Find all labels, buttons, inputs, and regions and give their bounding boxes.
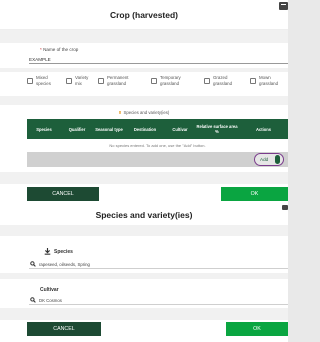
- checkbox-mixed-species[interactable]: Mixed species: [27, 75, 58, 87]
- checkbox-mown-grassland[interactable]: Mown grassland: [250, 75, 287, 87]
- divider-band: [0, 273, 288, 279]
- species-heading: Species: [44, 248, 73, 255]
- cancel-button[interactable]: CANCEL: [27, 322, 101, 336]
- species-table-header: Species Qualifier Seasonal type Destinat…: [27, 119, 288, 139]
- checkbox-box[interactable]: [151, 78, 157, 84]
- empty-table-message: No species entered. To add one, use the …: [27, 139, 288, 151]
- checkbox-box[interactable]: [66, 78, 72, 84]
- checkbox-box[interactable]: [250, 78, 256, 84]
- add-species-button[interactable]: Add: [254, 153, 284, 166]
- checkbox-box[interactable]: [27, 78, 33, 84]
- checkbox-box[interactable]: [204, 78, 210, 84]
- search-icon: [30, 261, 36, 267]
- download-icon: [44, 248, 51, 255]
- cultivar-label: Cultivar: [40, 287, 59, 293]
- species-dialog-title: Species and variety(ies): [95, 210, 193, 220]
- species-value: rapeseed, oilseeds, Spring: [39, 261, 90, 267]
- crop-name-field[interactable]: EXAMPLE: [29, 56, 288, 64]
- header-spacer: [0, 225, 288, 236]
- column-header: Actions: [255, 126, 271, 132]
- column-header: Destination: [133, 126, 157, 132]
- checkbox-label: Mixed species: [36, 75, 51, 86]
- add-label: Add: [260, 157, 269, 162]
- crop-name-label: * Name of the crop: [40, 47, 78, 52]
- checkbox-permanent-grassland[interactable]: Permanent grassland: [98, 75, 137, 87]
- checkbox-temporary-grassland[interactable]: Temporary grassland: [151, 75, 190, 87]
- search-icon: [30, 297, 36, 303]
- required-mark: *: [40, 47, 42, 52]
- checkbox-label: Temporary grassland: [160, 75, 181, 86]
- divider-band: [0, 172, 288, 184]
- checkbox-label: Grazed grassland: [213, 75, 233, 86]
- species-dialog-header: Species and variety(ies): [0, 205, 288, 225]
- column-header: Cultivar: [172, 126, 188, 132]
- ok-button[interactable]: OK: [221, 187, 288, 201]
- species-search-input[interactable]: rapeseed, oilseeds, Spring: [29, 260, 288, 269]
- crop-dialog-title: Crop (harvested): [109, 9, 178, 20]
- species-section-title-text: Species and variety(ies): [123, 110, 170, 115]
- checkbox-label: Mown grassland: [259, 75, 279, 86]
- checkbox-label: Variety mix: [75, 75, 89, 86]
- divider-band: [0, 96, 288, 105]
- checkbox-grazed-grassland[interactable]: Grazed grassland: [204, 75, 238, 87]
- cultivar-value: DK Cosmos: [39, 297, 62, 303]
- crop-dialog-header: Crop (harvested): [0, 0, 288, 30]
- divider-band: [0, 68, 288, 72]
- add-toggle-icon: [275, 155, 280, 164]
- column-header: Relative surface area %: [196, 124, 238, 134]
- crop-dialog: Crop (harvested) * Name of the crop EXAM…: [0, 0, 288, 205]
- checkbox-variety-mix[interactable]: Variety mix: [66, 75, 91, 87]
- window-icon[interactable]: [279, 2, 288, 10]
- window-icon[interactable]: [282, 205, 288, 210]
- checkbox-box[interactable]: [98, 78, 104, 84]
- species-section-title: !! Species and variety(ies): [0, 110, 288, 115]
- ok-button[interactable]: OK: [226, 322, 288, 336]
- crop-name-value: EXAMPLE: [29, 57, 51, 62]
- divider-band: [0, 308, 288, 320]
- cancel-button[interactable]: CANCEL: [27, 187, 99, 201]
- grassland-options: Mixed species Variety mix Permanent gras…: [27, 75, 288, 91]
- column-header: Qualifier: [68, 126, 86, 132]
- cultivar-search-input[interactable]: DK Cosmos: [29, 296, 288, 305]
- species-dialog: Species and variety(ies) Species rapesee…: [0, 205, 288, 342]
- crop-name-label-text: Name of the crop: [43, 47, 79, 52]
- header-spacer: [0, 30, 288, 43]
- table-actions-row: Add: [27, 152, 288, 167]
- column-header: Seasonal type: [95, 126, 123, 132]
- column-header: Species: [36, 126, 52, 132]
- species-label: Species: [54, 248, 73, 255]
- checkbox-label: Permanent grassland: [107, 75, 129, 86]
- warning-icon: !!: [118, 110, 122, 115]
